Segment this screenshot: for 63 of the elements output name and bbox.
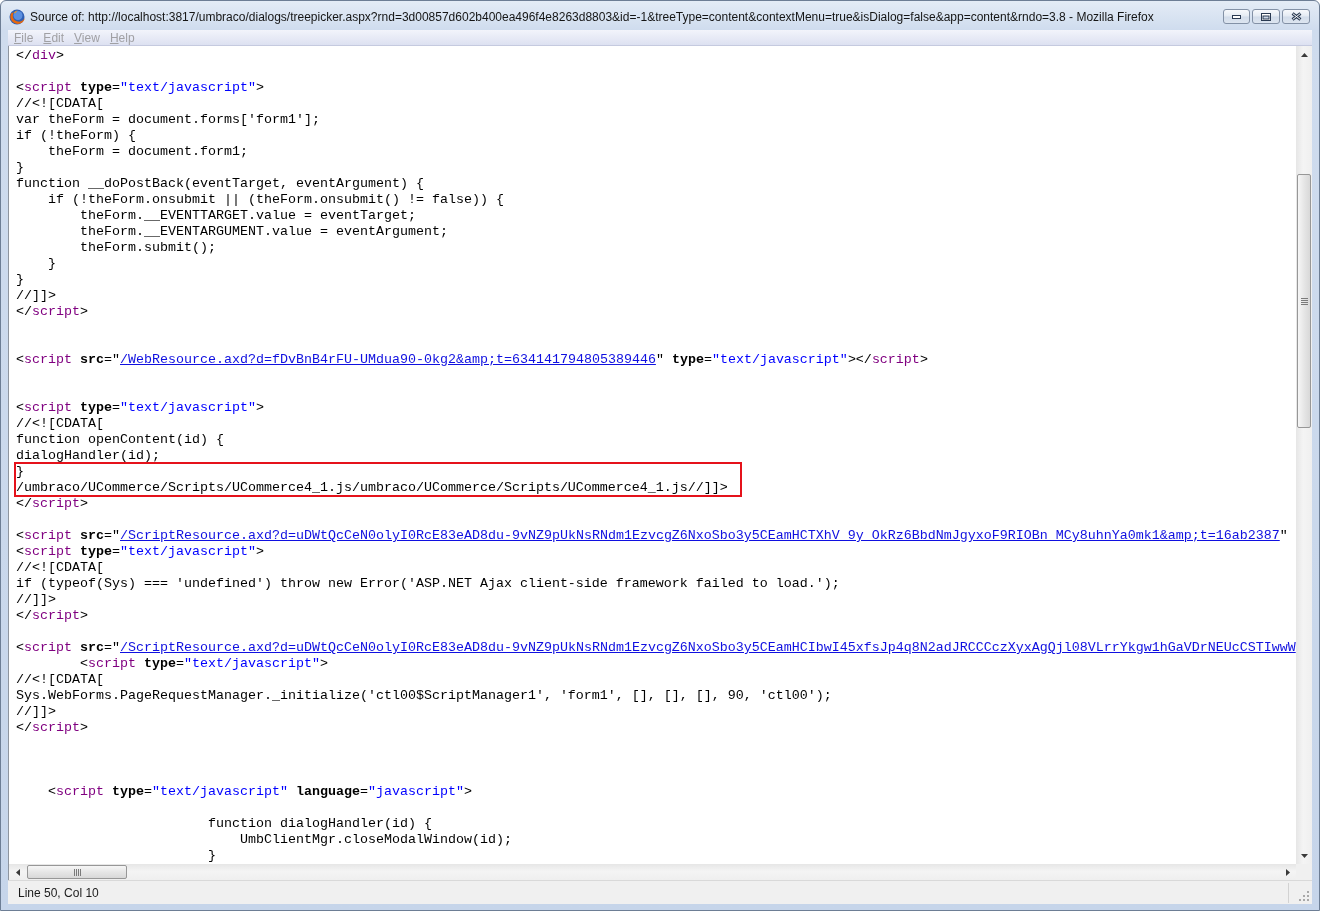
code-line: </script> [16, 496, 88, 512]
code-line: //]]> [16, 288, 56, 304]
code-line: if (!theForm.onsubmit || (theForm.onsubmit() != false)) { [47, 192, 504, 208]
code-line: /umbraco/UCommerce/Scripts/UCommerce4_1.js/umbraco/UCommerce/Scripts/UCommerce4_1.js//]]> [16, 480, 728, 496]
vertical-scrollbar[interactable] [1296, 46, 1312, 864]
code-line: //<![CDATA[ [16, 560, 104, 576]
code-line: theForm.__EVENTARGUMENT.value = eventArgument; [79, 224, 448, 240]
code-line: function dialogHandler(id) { [206, 816, 432, 832]
code-line: UmbClientMgr.closeModalWindow(id); [238, 832, 512, 848]
code-line: } [16, 272, 24, 288]
code-line: //<![CDATA[ [16, 672, 104, 688]
grip-icon [1300, 297, 1308, 305]
code-line: <script type="text/javascript" language="javascript"> [47, 784, 472, 800]
code-line: theForm = document.form1; [47, 144, 248, 160]
code-line: dialogHandler(id); [16, 448, 160, 464]
right-arrow-icon [1285, 868, 1290, 876]
code-line: </script> [16, 608, 88, 624]
code-line: <script src="/ScriptResource.axd?d=uDWtQcCeN0olyI0RcE83eAD8du-9vNZ9pUkNsRNdm1EzvcgZ6NxoSbo3y5CEamHCIbwI45xfsJp4q8N2adJRCCCczXyxAgQjl08VLrrYkgw1hGaVDrNEUcCSTIwwW [16, 640, 1296, 656]
source-link[interactable]: /ScriptResource.axd?d=uDWtQcCeN0olyI0RcE83eAD8du-9vNZ9pUkNsRNdm1EzvcgZ6NxoSbo3y5CEamHCTXhV_9y_OkRz6BbdNmJgyxoF9RIOBn_MCy8uhnYa0mk1&amp;t=16ab2387 [120, 528, 1280, 543]
code-line: //<![CDATA[ [16, 96, 104, 112]
code-line: <script src="/ScriptResource.axd?d=uDWtQcCeN0olyI0RcE83eAD8du-9vNZ9pUkNsRNdm1EzvcgZ6NxoSbo3y5CEamHCTXhV_9y_OkRz6BbdNmJgyxoF9RIOBn_MCy8uhnYa0mk1&amp;t=16ab2387" [16, 528, 1288, 544]
code-line: //]]> [16, 704, 56, 720]
code-line: //<![CDATA[ [16, 416, 104, 432]
code-line: <script type="text/javascript"> [16, 80, 264, 96]
scrollbar-thumb[interactable] [1297, 174, 1311, 428]
code-line: if (!theForm) { [16, 128, 136, 144]
window-title: Source of: http://localhost:3817/umbraco/dialogs/treepicker.aspx?rnd=3d00857d602b400ea496f4e8263d8803&id=-1&treeType=content&contextMenu=true&isDialog=false&app=content&rndo=3.8 - Mozilla Firefox [30, 9, 1154, 24]
close-icon [1290, 12, 1302, 21]
source-link[interactable]: /ScriptResource.axd?d=uDWtQcCeN0olyI0RcE83eAD8du-9vNZ9pUkNsRNdm1EzvcgZ6NxoSbo3y5CEamHCIbwI45xfsJp4q8N2adJRCCCczXyxAgQjl08VLrrYkgw1hGaVDrNEUcCSTIwwW [120, 640, 1296, 655]
left-arrow-icon [15, 868, 20, 876]
code-line: theForm.submit(); [79, 240, 216, 256]
code-line: </script> [16, 720, 88, 736]
code-line: } [16, 464, 24, 480]
code-line: Sys.WebForms.PageRequestManager._initialize('ctl00$ScriptManager1', 'form1', [], [], [], 90, 'ctl00'); [16, 688, 832, 704]
code-line: theForm.__EVENTTARGET.value = eventTarget; [79, 208, 416, 224]
code-line: //]]> [16, 592, 56, 608]
code-line: function openContent(id) { [16, 432, 224, 448]
code-line: function __doPostBack(eventTarget, eventArgument) { [16, 176, 424, 192]
code-line: } [47, 256, 56, 272]
scrollbar-thumb[interactable] [27, 865, 127, 879]
code-line: </script> [16, 304, 88, 320]
globe-icon [9, 8, 25, 25]
code-line: } [206, 848, 216, 864]
close-button[interactable] [1282, 9, 1310, 24]
up-arrow-icon [1300, 52, 1308, 57]
minimize-icon [1232, 14, 1241, 19]
horizontal-scrollbar[interactable] [8, 864, 1296, 880]
code-line: <script type="text/javascript"> [16, 400, 264, 416]
code-line: if (typeof(Sys) === 'undefined') throw new Error('ASP.NET Ajax client-side framework failed to load.'); [16, 576, 840, 592]
code-line: } [16, 160, 24, 176]
maximize-icon [1261, 12, 1271, 21]
source-link[interactable]: /WebResource.axd?d=fDvBnB4rFU-UMdua90-0kg2&amp;t=634141794805389446 [120, 352, 656, 367]
code-line: var theForm = document.forms['form1']; [16, 112, 320, 128]
code-line: <script type="text/javascript"> [79, 656, 328, 672]
code-line: <script src="/WebResource.axd?d=fDvBnB4rFU-UMdua90-0kg2&amp;t=634141794805389446" type="text/javascript"></script> [16, 352, 928, 368]
grip-icon [73, 868, 81, 876]
status-text: Line 50, Col 10 [18, 885, 99, 900]
code-line: </div> [16, 48, 64, 64]
minimize-button[interactable] [1223, 9, 1250, 24]
maximize-button[interactable] [1252, 9, 1280, 24]
down-arrow-icon [1300, 853, 1308, 858]
code-line: <script type="text/javascript"> [16, 544, 264, 560]
resize-grip-icon[interactable] [1299, 891, 1310, 902]
